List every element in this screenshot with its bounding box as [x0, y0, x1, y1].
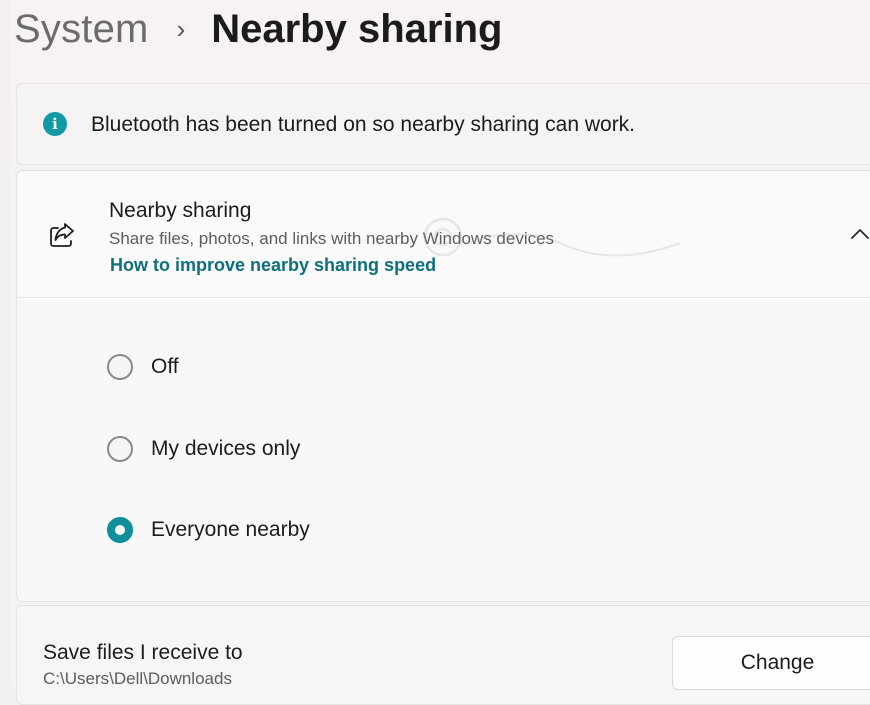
info-message: Bluetooth has been turned on so nearby s… — [91, 113, 636, 136]
save-location-title: Save files I receive to — [43, 641, 243, 664]
bluetooth-info-bar: i Bluetooth has been turned on so nearby… — [16, 83, 870, 165]
option-off[interactable]: Off — [107, 354, 179, 380]
option-everyone-nearby-label: Everyone nearby — [151, 518, 310, 541]
nearby-sharing-description: Share files, photos, and links with near… — [109, 229, 555, 248]
radio-my-devices-only[interactable] — [107, 436, 133, 462]
nearby-sharing-title: Nearby sharing — [109, 199, 252, 222]
info-icon: i — [43, 112, 67, 136]
visibility-options-panel: Off My devices only Everyone nearby — [16, 298, 870, 602]
nearby-sharing-header[interactable]: Nearby sharing Share files, photos, and … — [16, 170, 870, 298]
option-everyone-nearby[interactable]: Everyone nearby — [107, 517, 310, 543]
improve-speed-link[interactable]: How to improve nearby sharing speed — [110, 255, 436, 276]
breadcrumb-parent-system[interactable]: System — [14, 7, 149, 52]
radio-everyone-nearby[interactable] — [107, 517, 133, 543]
radio-off[interactable] — [107, 354, 133, 380]
option-my-devices-only-label: My devices only — [151, 437, 301, 460]
save-location-path: C:\Users\Dell\Downloads — [43, 669, 232, 688]
chevron-up-icon[interactable] — [849, 227, 870, 241]
share-icon — [50, 223, 74, 247]
page-title: Nearby sharing — [211, 6, 503, 51]
option-off-label: Off — [151, 355, 179, 378]
breadcrumb: System › Nearby sharing — [14, 6, 502, 52]
breadcrumb-separator: › — [176, 14, 186, 44]
change-button[interactable]: Change — [672, 636, 870, 690]
option-my-devices-only[interactable]: My devices only — [107, 436, 300, 462]
save-location-card: Save files I receive to C:\Users\Dell\Do… — [16, 605, 870, 705]
